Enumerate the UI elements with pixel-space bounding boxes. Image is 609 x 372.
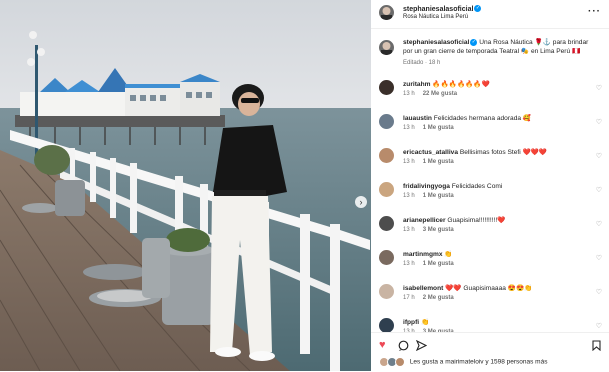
share-shape [415, 339, 428, 352]
comment-username[interactable]: fridalivingyoga [403, 183, 450, 190]
comment-text: ifppfi 👏 [403, 318, 588, 327]
comment-body: Felicidades Comi [451, 183, 503, 190]
comment-like-icon[interactable]: ♡ [596, 322, 602, 330]
comment-time: 13 h [403, 125, 415, 131]
commenter-avatar[interactable] [379, 114, 394, 129]
comment-username[interactable]: lauaustin [403, 115, 432, 122]
more-icon[interactable]: ··· [588, 6, 601, 17]
comment-username[interactable]: isabellemont [403, 285, 443, 292]
comment-time: 13 h [403, 261, 415, 267]
comment-body: Bellisimas fotos Stefi ❤️❤️❤️ [459, 149, 548, 156]
verified-icon: ✓ [474, 5, 482, 13]
comment-likes[interactable]: 2 Me gusta [423, 295, 454, 301]
post-header: stephaniesalasoficial ✓ Rosa Náutica Lima… [371, 0, 609, 29]
comment-likes[interactable]: 1 Me gusta [423, 125, 454, 131]
heart-icon[interactable]: ♥ [379, 340, 386, 351]
comment-username[interactable]: ericactus_atalliva [403, 149, 458, 156]
caption-edited: Editado · 18 h [403, 60, 441, 66]
comment-meta: 13 h 1 Me gusta [403, 159, 454, 165]
comment-text: lauaustin Felicidades hermana adorada 🥰 [403, 114, 588, 123]
commenter-avatar[interactable] [379, 216, 394, 231]
bookmark-icon[interactable] [592, 340, 601, 354]
comment-time: 13 h [403, 91, 415, 97]
caption-text: stephaniesalasoficial ✓ Una Rosa Náutica … [403, 38, 598, 56]
likes-summary[interactable]: Les gusta a mairimateloiv y 1598 persona… [379, 357, 547, 367]
comment-like-icon[interactable]: ♡ [596, 288, 602, 296]
comment-meta: 13 h 1 Me gusta [403, 261, 454, 267]
caption-username[interactable]: stephaniesalasoficial [403, 39, 469, 46]
author-avatar[interactable] [379, 5, 394, 20]
comments-section[interactable]: stephaniesalasoficial ✓ Una Rosa Náutica … [371, 30, 609, 332]
commenter-avatar[interactable] [379, 250, 394, 265]
comment-meta: 13 h 1 Me gusta [403, 125, 454, 131]
comment-username[interactable]: ifppfi [403, 319, 419, 326]
post-panel: stephaniesalasoficial ✓ Rosa Náutica Lima… [371, 0, 609, 371]
commenter-avatar[interactable] [379, 284, 394, 299]
comment-shape [398, 340, 409, 351]
comment-like-icon[interactable]: ♡ [596, 152, 602, 160]
comment-meta: 13 h 22 Me gusta [403, 91, 457, 97]
comment-body: ❤️❤️ Guapisimaaaa 😍😍👏 [445, 285, 533, 292]
comment-likes[interactable]: 1 Me gusta [423, 193, 454, 199]
liker-avatar [395, 357, 405, 367]
comment-body: Felicidades hermana adorada 🥰 [433, 115, 532, 122]
comment-like-icon[interactable]: ♡ [596, 254, 602, 262]
avatar-image [381, 7, 392, 20]
location-link[interactable]: Rosa Náutica Lima Perú [403, 14, 468, 20]
comment-body: 🔥🔥🔥🔥🔥🔥❤️ [432, 81, 490, 88]
bookmark-shape [592, 340, 601, 352]
next-arrow-icon[interactable]: › [355, 196, 367, 208]
comment-meta: 13 h 1 Me gusta [403, 193, 454, 199]
action-bar: ♥ Les gusta a mairimateloiv y 1598 perso… [371, 332, 609, 372]
commenter-avatar[interactable] [379, 80, 394, 95]
author-username[interactable]: stephaniesalasoficial [403, 6, 473, 13]
caption-avatar[interactable] [379, 40, 394, 55]
comment-meta: 17 h 2 Me gusta [403, 295, 454, 301]
comment-text: ericactus_atalliva Bellisimas fotos Stef… [403, 148, 588, 157]
comment-likes[interactable]: 22 Me gusta [423, 91, 457, 97]
comment-icon[interactable] [398, 340, 409, 354]
comment-text: martinmgmx 👏 [403, 250, 588, 259]
commenter-avatar[interactable] [379, 318, 394, 332]
post-photo[interactable]: › [0, 0, 371, 371]
comment-like-icon[interactable]: ♡ [596, 118, 602, 126]
comment-meta: 13 h 3 Me gusta [403, 227, 454, 233]
commenter-avatar[interactable] [379, 182, 394, 197]
likes-text: Les gusta a mairimateloiv y 1598 persona… [409, 358, 548, 366]
avatar-image [381, 42, 392, 55]
comment-text: arianepellicer Guapisima!!!!!!!!!!❤️ [403, 216, 588, 225]
photo-scene [0, 0, 371, 371]
verified-icon: ✓ [470, 38, 478, 46]
comment-time: 17 h [403, 295, 415, 301]
comment-likes[interactable]: 3 Me gusta [423, 227, 454, 233]
author-line: stephaniesalasoficial ✓ [403, 4, 482, 13]
share-icon[interactable] [415, 339, 428, 354]
comment-username[interactable]: arianepellicer [403, 217, 446, 224]
comment-body: Guapisima!!!!!!!!!!❤️ [447, 217, 506, 224]
comment-like-icon[interactable]: ♡ [596, 186, 602, 194]
comment-text: zuritahm 🔥🔥🔥🔥🔥🔥❤️ [403, 80, 588, 89]
comment-time: 13 h [403, 159, 415, 165]
comment-time: 13 h [403, 193, 415, 199]
comment-username[interactable]: zuritahm [403, 81, 430, 88]
comment-likes[interactable]: 1 Me gusta [423, 159, 454, 165]
comment-time: 13 h [403, 227, 415, 233]
comment-text: isabellemont ❤️❤️ Guapisimaaaa 😍😍👏 [403, 284, 588, 293]
comment-body: 👏 [444, 251, 453, 258]
commenter-avatar[interactable] [379, 148, 394, 163]
comment-body: 👏 [420, 319, 430, 326]
comment-like-icon[interactable]: ♡ [596, 220, 602, 228]
comment-username[interactable]: martinmgmx [403, 251, 443, 258]
comment-text: fridalivingyoga Felicidades Comi [403, 182, 588, 191]
comment-likes[interactable]: 1 Me gusta [423, 261, 454, 267]
comment-like-icon[interactable]: ♡ [596, 84, 602, 92]
